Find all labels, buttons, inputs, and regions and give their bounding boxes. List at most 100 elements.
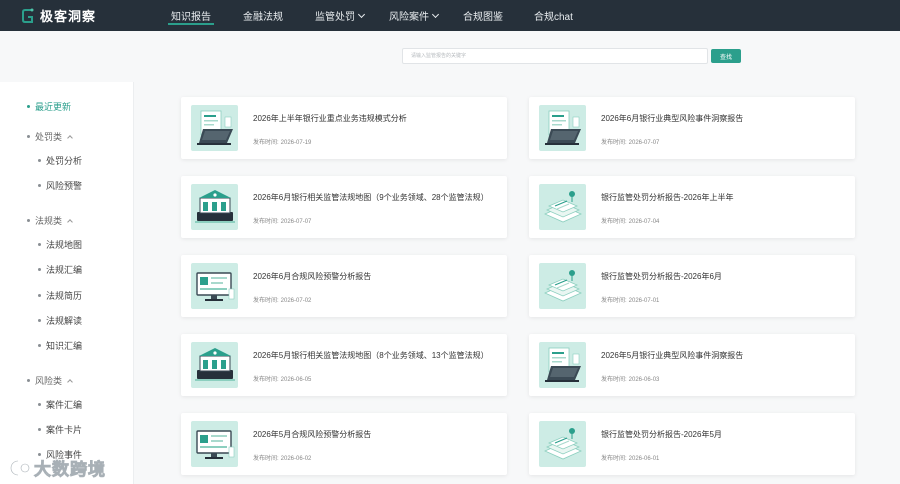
sidebar-item-regulation-compilation[interactable]: 法规汇编: [38, 263, 82, 276]
nav-label: 知识报告: [171, 12, 211, 23]
sidebar-item-regulation-interpretation[interactable]: 法规解读: [38, 314, 82, 327]
date-value: 2026-06-05: [280, 377, 312, 383]
date-value: 2026-07-01: [628, 298, 660, 304]
card-title: 2026年上半年银行业重点业务违规模式分析: [253, 114, 407, 123]
report-card[interactable]: 2026年6月银行业典型风险事件洞察报告 发布时间: 2026-07-07: [529, 97, 855, 159]
nav-compliance-chat[interactable]: 合规chat: [534, 0, 573, 31]
main-nav: 知识报告 金融法规 监管处罚 风险案件 合规图鉴 合规chat: [162, 0, 573, 31]
chevron-up-icon: [67, 218, 73, 225]
document-stack-icon: [539, 263, 586, 309]
sidebar-item-knowledge-compilation[interactable]: 知识汇编: [38, 339, 82, 352]
sidebar-item-case-card[interactable]: 案件卡片: [38, 423, 82, 436]
watermark: 大数跨境: [8, 455, 106, 480]
sidebar-item-case-compilation[interactable]: 案件汇编: [38, 398, 82, 411]
sidebar-item-latest[interactable]: 最近更新: [27, 100, 71, 113]
card-title: 银行监管处罚分析报告-2026年5月: [601, 430, 722, 439]
document-stack-icon: [539, 184, 586, 230]
laptop-report-icon: [539, 105, 586, 151]
sidebar-item-label: 案件汇编: [46, 400, 83, 410]
sidebar-item-penalty-analysis[interactable]: 处罚分析: [38, 154, 82, 167]
report-card[interactable]: 2026年5月银行业典型风险事件洞察报告 发布时间: 2026-06-03: [529, 334, 855, 396]
sidebar-section-label: 处罚类: [35, 132, 63, 142]
sidebar-section-label: 法规类: [35, 216, 63, 226]
report-card[interactable]: 2026年5月合规风险预警分析报告 发布时间: 2026-06-02: [181, 413, 507, 475]
nav-compliance-atlas[interactable]: 合规图鉴: [463, 0, 503, 31]
card-date: 发布时间: 2026-07-19: [253, 137, 311, 146]
bullet-icon: [38, 319, 41, 322]
card-title: 2026年6月银行相关监管法规地图（9个业务领域、28个监管法规）: [253, 193, 489, 202]
brand[interactable]: 极客洞察: [22, 6, 162, 25]
chevron-down-icon: [357, 10, 366, 18]
card-date: 发布时间: 2026-07-01: [601, 295, 659, 304]
date-label: 发布时间:: [253, 377, 279, 383]
building-map-icon: [191, 342, 238, 388]
date-label: 发布时间:: [601, 219, 627, 225]
report-card[interactable]: 2026年5月银行相关监管法规地图（8个业务领域、13个监管法规） 发布时间: 2…: [181, 334, 507, 396]
chevron-down-icon: [431, 10, 440, 18]
sidebar-item-regulation-map[interactable]: 法规地图: [38, 238, 82, 251]
card-date: 发布时间: 2026-07-02: [253, 295, 311, 304]
laptop-report-icon: [539, 342, 586, 388]
search-button[interactable]: 查找: [711, 49, 741, 63]
sidebar-item-label: 法规地图: [46, 240, 83, 250]
bullet-icon: [27, 219, 30, 222]
sidebar-item-label: 知识汇编: [46, 341, 83, 351]
card-date: 发布时间: 2026-07-07: [253, 216, 311, 225]
report-card[interactable]: 2026年6月银行相关监管法规地图（9个业务领域、28个监管法规） 发布时间: 2…: [181, 176, 507, 238]
nav-label: 合规chat: [534, 12, 573, 23]
search-input[interactable]: [402, 48, 708, 64]
building-map-icon: [191, 184, 238, 230]
bullet-icon: [27, 379, 30, 382]
nav-label: 金融法规: [243, 12, 283, 23]
date-value: 2026-07-04: [628, 219, 660, 225]
watermark-logo-icon: [9, 459, 31, 476]
date-value: 2026-06-02: [280, 456, 312, 462]
card-date: 发布时间: 2026-07-07: [601, 137, 659, 146]
chevron-up-icon: [67, 134, 73, 141]
sidebar-item-label: 案件卡片: [46, 425, 83, 435]
nav-knowledge-report[interactable]: 知识报告: [168, 0, 214, 31]
card-date: 发布时间: 2026-06-03: [601, 374, 659, 383]
card-title: 银行监管处罚分析报告-2026年6月: [601, 272, 722, 281]
sidebar-item-risk-warning[interactable]: 风险预警: [38, 179, 82, 192]
card-date: 发布时间: 2026-07-04: [601, 216, 659, 225]
sidebar-section-risk[interactable]: 风险类: [27, 374, 73, 387]
bullet-icon: [38, 184, 41, 187]
brand-logo-icon: [22, 8, 34, 23]
report-card[interactable]: 2026年6月合规风险预警分析报告 发布时间: 2026-07-02: [181, 255, 507, 317]
card-date: 发布时间: 2026-06-01: [601, 453, 659, 462]
card-title: 2026年5月银行相关监管法规地图（8个业务领域、13个监管法规）: [253, 351, 489, 360]
nav-regulatory-penalties[interactable]: 监管处罚: [315, 0, 366, 31]
report-card[interactable]: 银行监管处罚分析报告-2026年5月 发布时间: 2026-06-01: [529, 413, 855, 475]
report-card[interactable]: 银行监管处罚分析报告-2026年上半年 发布时间: 2026-07-04: [529, 176, 855, 238]
bullet-icon: [27, 105, 30, 108]
sidebar: 最近更新 处罚类 处罚分析 风险预警 法规类 法规地图 法规汇编 法规简历 法规…: [0, 82, 134, 484]
sidebar-section-regulation[interactable]: 法规类: [27, 214, 73, 227]
card-title: 银行监管处罚分析报告-2026年上半年: [601, 193, 734, 202]
nav-label: 合规图鉴: [463, 12, 503, 23]
bullet-icon: [38, 268, 41, 271]
report-card[interactable]: 2026年上半年银行业重点业务违规模式分析 发布时间: 2026-07-19: [181, 97, 507, 159]
nav-label: 风险案件: [389, 12, 429, 23]
report-card[interactable]: 银行监管处罚分析报告-2026年6月 发布时间: 2026-07-01: [529, 255, 855, 317]
sidebar-section-penalty[interactable]: 处罚类: [27, 130, 73, 143]
nav-financial-regulations[interactable]: 金融法规: [243, 0, 283, 31]
card-date: 发布时间: 2026-06-05: [253, 374, 311, 383]
nav-risk-cases[interactable]: 风险案件: [389, 0, 440, 31]
bullet-icon: [38, 428, 41, 431]
date-label: 发布时间:: [253, 456, 279, 462]
date-label: 发布时间:: [601, 456, 627, 462]
date-value: 2026-07-07: [280, 219, 312, 225]
nav-label: 监管处罚: [315, 12, 355, 23]
sidebar-item-label: 法规汇编: [46, 265, 83, 275]
date-value: 2026-07-02: [280, 298, 312, 304]
sidebar-section-label: 风险类: [35, 376, 63, 386]
sidebar-item-label: 法规简历: [46, 291, 83, 301]
monitor-chart-icon: [191, 263, 238, 309]
card-title: 2026年5月合规风险预警分析报告: [253, 430, 372, 439]
date-value: 2026-06-03: [628, 377, 660, 383]
bullet-icon: [38, 159, 41, 162]
sidebar-item-regulation-history[interactable]: 法规简历: [38, 289, 82, 302]
chevron-up-icon: [67, 378, 73, 385]
card-title: 2026年6月银行业典型风险事件洞察报告: [601, 114, 744, 123]
